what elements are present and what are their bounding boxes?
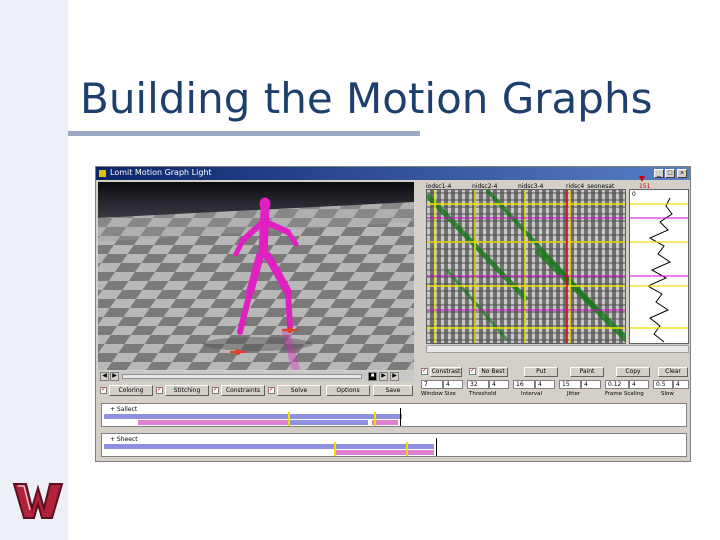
maximize-button[interactable]: □: [665, 169, 675, 178]
window-title: Lomit Motion Graph Light: [110, 168, 212, 177]
slide-left-band: [0, 0, 68, 540]
3d-viewport[interactable]: [98, 182, 414, 370]
timeline-marker: [406, 442, 408, 456]
interval-input[interactable]: 16: [513, 380, 535, 389]
no-best-checkbox[interactable]: ✓: [469, 368, 476, 375]
timeline-marker: [334, 442, 336, 456]
slow-spin[interactable]: 4: [673, 380, 689, 389]
coloring-button[interactable]: Coloring: [109, 385, 153, 396]
error-curve-panel: 0: [629, 189, 689, 344]
app-icon: [99, 170, 106, 177]
curve-label: 0: [632, 191, 636, 198]
w-logo-icon: [12, 474, 66, 524]
timeline-label: + Sheect: [110, 436, 138, 443]
contrast-checkbox[interactable]: ✓: [421, 368, 428, 375]
timeline-marker: [374, 412, 376, 426]
threshold-input[interactable]: 32: [467, 380, 489, 389]
solve-checkbox[interactable]: ✓: [268, 387, 275, 394]
paint-button[interactable]: Paint: [570, 367, 604, 377]
motion-graph-window: Lomit Motion Graph Light _ □ × iodsc1-4 …: [95, 166, 691, 462]
jitter-spin[interactable]: 4: [581, 380, 601, 389]
playback-seekbar[interactable]: ◀ ▶ ■ ▶ ▶: [98, 371, 414, 382]
timeline-segment[interactable]: [408, 450, 434, 455]
frame-scaling-label: Frame Scaling: [605, 391, 644, 397]
main-toolbar: ✓ Coloring ✓ Stitching ✓ Constraints ✓ S…: [98, 385, 418, 397]
seek-next-button[interactable]: ▶: [390, 372, 399, 381]
frame-scaling-spin[interactable]: 4: [629, 380, 649, 389]
coloring-checkbox[interactable]: ✓: [100, 387, 107, 394]
constraints-button[interactable]: Constraints: [221, 385, 265, 396]
interval-label: Interval: [521, 391, 543, 397]
frame-scaling-input[interactable]: 0.12: [605, 380, 629, 389]
timeline-marker: [288, 412, 290, 426]
timeline-track-2[interactable]: + Sheect: [101, 433, 687, 457]
save-button[interactable]: Save: [373, 385, 413, 396]
slow-label: Slow: [661, 391, 674, 397]
matrix-controls: ✓ Constrast ✓ No Best Put Paint Copy Cle…: [421, 367, 690, 401]
stitching-checkbox[interactable]: ✓: [156, 387, 163, 394]
step-forward-button[interactable]: ▶: [110, 372, 119, 381]
no-best-button[interactable]: No Best: [478, 367, 508, 377]
timeline-segment[interactable]: [104, 414, 402, 419]
timeline-segment[interactable]: [138, 420, 288, 425]
window-titlebar: Lomit Motion Graph Light _ □ ×: [96, 167, 690, 180]
minimize-button[interactable]: _: [654, 169, 664, 178]
timeline-segment[interactable]: [336, 450, 408, 455]
window-size-input[interactable]: 7: [421, 380, 443, 389]
step-back-button[interactable]: ◀: [100, 372, 109, 381]
slide-title: Building the Motion Graphs: [80, 74, 653, 123]
constraints-checkbox[interactable]: ✓: [212, 387, 219, 394]
distance-matrix[interactable]: [426, 189, 626, 344]
jitter-input[interactable]: 15: [559, 380, 581, 389]
timeline-segment[interactable]: [104, 444, 434, 449]
clear-button[interactable]: Clear: [658, 367, 688, 377]
timeline-track-1[interactable]: + Sallect: [101, 403, 687, 427]
put-button[interactable]: Put: [524, 367, 558, 377]
options-button[interactable]: Options: [326, 385, 370, 396]
title-underline: [68, 131, 420, 136]
matrix-horizontal-scrollbar[interactable]: [426, 345, 689, 353]
solve-button[interactable]: Solve: [277, 385, 321, 396]
copy-button[interactable]: Copy: [616, 367, 650, 377]
play-button[interactable]: ▶: [379, 372, 388, 381]
seek-track[interactable]: [122, 374, 362, 379]
jitter-label: Jitter: [567, 391, 581, 397]
timeline-label: + Sallect: [110, 406, 138, 413]
interval-spin[interactable]: 4: [535, 380, 555, 389]
stop-button[interactable]: ■: [368, 372, 377, 381]
slow-input[interactable]: 0.5: [653, 380, 673, 389]
close-button[interactable]: ×: [677, 169, 687, 178]
timeline-cursor: [436, 438, 437, 456]
threshold-label: Threshold: [469, 391, 497, 397]
timeline-segment[interactable]: [288, 420, 368, 425]
window-size-spin[interactable]: 4: [443, 380, 463, 389]
contrast-button[interactable]: Constrast: [430, 367, 462, 377]
window-size-label: Window Size: [421, 391, 456, 397]
timeline-cursor: [400, 408, 401, 426]
threshold-spin[interactable]: 4: [489, 380, 509, 389]
stitching-button[interactable]: Stitching: [165, 385, 209, 396]
